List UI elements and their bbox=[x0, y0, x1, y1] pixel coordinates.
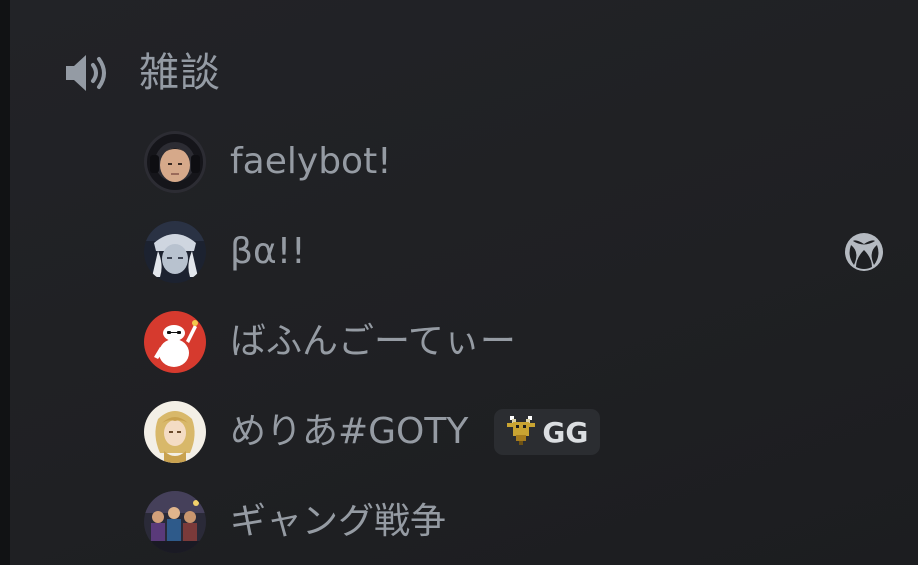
channel-name: 雑談 bbox=[139, 50, 221, 96]
member-name: ばふんごーてぃー bbox=[230, 321, 516, 362]
voice-member[interactable]: faelybot! bbox=[144, 130, 884, 194]
avatar bbox=[144, 311, 206, 373]
member-name: めりあ#GOTY bbox=[230, 411, 469, 452]
voice-member[interactable]: ギャング戦争 bbox=[144, 490, 884, 554]
voice-channel-header[interactable]: 雑談 bbox=[64, 44, 221, 102]
voice-member[interactable]: めりあ#GOTY GG bbox=[144, 400, 884, 464]
avatar bbox=[144, 131, 206, 193]
goat-icon bbox=[504, 413, 538, 451]
voice-member[interactable]: ばふんごーてぃー bbox=[144, 310, 884, 374]
avatar bbox=[144, 491, 206, 553]
member-name: faelybot! bbox=[230, 141, 392, 182]
member-name: ギャング戦争 bbox=[230, 501, 447, 542]
badge-label: GG bbox=[542, 415, 589, 449]
left-rail bbox=[0, 0, 10, 565]
avatar bbox=[144, 221, 206, 283]
goty-badge[interactable]: GG bbox=[494, 409, 601, 455]
voice-member[interactable]: βα!! bbox=[144, 220, 884, 284]
speaker-icon bbox=[64, 51, 112, 95]
avatar bbox=[144, 401, 206, 463]
member-name: βα!! bbox=[230, 231, 306, 272]
xbox-icon bbox=[844, 232, 884, 272]
